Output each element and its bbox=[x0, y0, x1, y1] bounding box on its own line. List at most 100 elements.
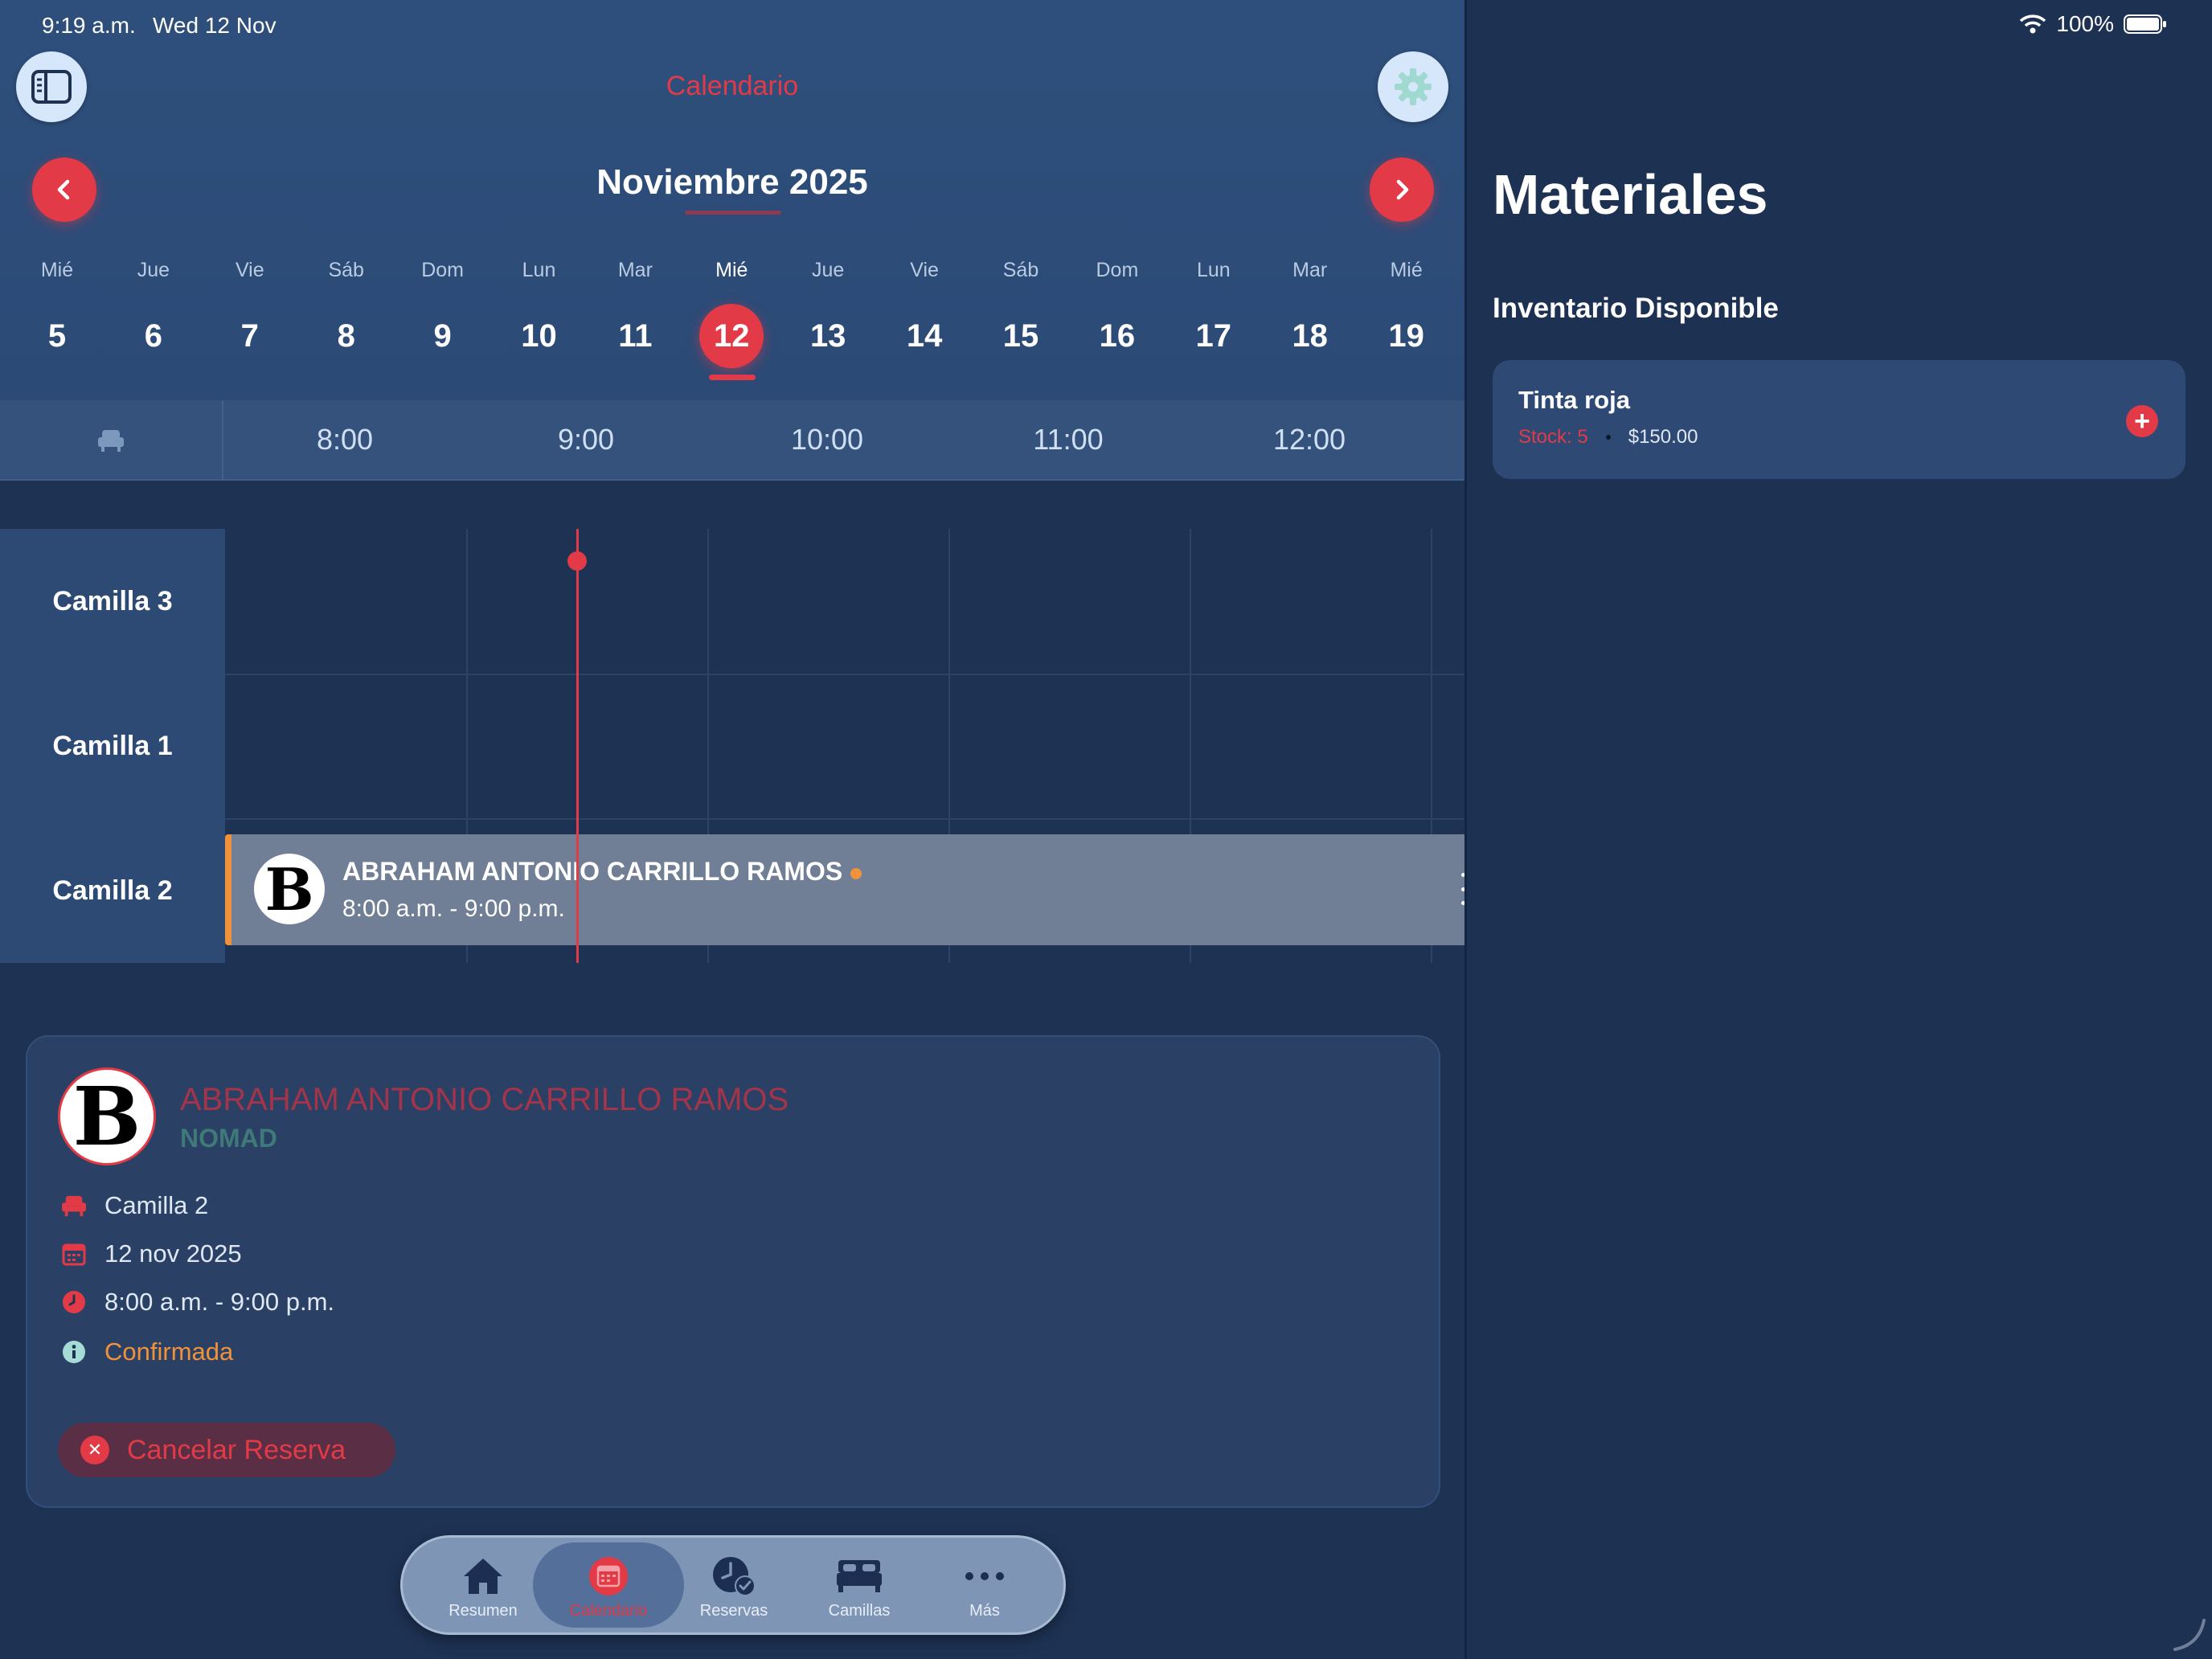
add-item-button[interactable]: + bbox=[2126, 405, 2158, 437]
hour-label: 11:00 bbox=[1033, 423, 1104, 456]
day-number: 8 bbox=[302, 304, 391, 368]
day-name: Mié bbox=[715, 259, 748, 281]
day-number-text: 14 bbox=[906, 318, 943, 354]
day-name: Lun bbox=[1196, 259, 1231, 281]
day-11[interactable]: Mar 11 bbox=[591, 259, 679, 368]
day-name: Mar bbox=[1292, 259, 1328, 281]
day-12[interactable]: Mié 12 bbox=[687, 259, 776, 368]
detail-date-row: 12 nov 2025 bbox=[59, 1238, 242, 1270]
plus-icon: + bbox=[2134, 406, 2150, 436]
tab-reservas[interactable]: Reservas bbox=[671, 1538, 797, 1632]
inventory-section-title: Inventario Disponible bbox=[1493, 293, 1779, 324]
day-7[interactable]: Vie 7 bbox=[206, 259, 294, 368]
cancel-label: Cancelar Reserva bbox=[127, 1434, 346, 1465]
materials-title: Materiales bbox=[1493, 163, 1768, 226]
day-number: 13 bbox=[784, 304, 872, 368]
clock-icon bbox=[59, 1288, 88, 1317]
client-avatar-large: B bbox=[58, 1067, 156, 1165]
inventory-item[interactable]: Tinta roja Stock: 5 $150.00 + bbox=[1493, 360, 2185, 479]
day-number: 15 bbox=[977, 304, 1065, 368]
day-19[interactable]: Mié 19 bbox=[1362, 259, 1451, 368]
grid-line bbox=[225, 674, 1464, 675]
day-name: Lun bbox=[522, 259, 556, 281]
day-16[interactable]: Dom 16 bbox=[1073, 259, 1161, 368]
resize-corner-icon[interactable] bbox=[2170, 1616, 2207, 1653]
hour-label: 10:00 bbox=[790, 423, 864, 456]
battery-percent: 100% bbox=[2056, 11, 2114, 36]
calendar-header: 9:19 a.m. Wed 12 Nov Calendario Noviembr… bbox=[0, 0, 1464, 400]
day-number-text: 12 bbox=[699, 304, 764, 368]
battery-icon bbox=[2124, 14, 2166, 34]
calendar-icon bbox=[546, 1554, 671, 1599]
schedule-grid[interactable]: Camilla 3 Camilla 1 Camilla 2 B ABRAHAM … bbox=[0, 529, 1469, 963]
row-label-camilla-1: Camilla 1 bbox=[0, 674, 225, 818]
hour-label: 12:00 bbox=[1272, 423, 1346, 456]
day-name: Jue bbox=[812, 259, 845, 281]
tab-resumen[interactable]: Resumen bbox=[420, 1538, 546, 1632]
day-5[interactable]: Mié 5 bbox=[13, 259, 101, 368]
day-number-text: 11 bbox=[618, 318, 653, 354]
day-6[interactable]: Jue 6 bbox=[109, 259, 198, 368]
tab-bar: Resumen Calendario Reservas Camillas Más bbox=[400, 1535, 1066, 1635]
house-icon bbox=[420, 1554, 546, 1599]
tab-label: Más bbox=[969, 1602, 1000, 1620]
materials-pane: 100% Materiales Inventario Disponible Ti… bbox=[1467, 0, 2212, 1659]
day-number: 19 bbox=[1362, 304, 1451, 368]
day-13[interactable]: Jue 13 bbox=[784, 259, 872, 368]
selected-day-underline bbox=[709, 375, 756, 380]
day-name: Mar bbox=[617, 259, 653, 281]
month-underline bbox=[685, 211, 781, 215]
day-number: 17 bbox=[1169, 304, 1258, 368]
day-17[interactable]: Lun 17 bbox=[1169, 259, 1258, 368]
tab-calendario[interactable]: Calendario bbox=[546, 1538, 671, 1632]
inventory-item-name: Tinta roja bbox=[1518, 386, 1630, 414]
next-month-button[interactable] bbox=[1370, 158, 1434, 222]
day-number: 5 bbox=[13, 304, 101, 368]
reservation-client-name: ABRAHAM ANTONIO CARRILLO RAMOS bbox=[342, 857, 862, 887]
tab-camillas[interactable]: Camillas bbox=[797, 1538, 922, 1632]
settings-button[interactable] bbox=[1378, 51, 1448, 122]
day-number-text: 6 bbox=[144, 318, 163, 354]
day-15[interactable]: Sáb 15 bbox=[977, 259, 1065, 368]
day-name: Sáb bbox=[1002, 259, 1039, 281]
wifi-icon bbox=[2020, 14, 2046, 34]
bed-icon bbox=[797, 1554, 922, 1599]
armchair-icon bbox=[98, 430, 124, 452]
cancel-reservation-button[interactable]: ✕ Cancelar Reserva bbox=[58, 1423, 395, 1477]
current-time-dot bbox=[567, 551, 587, 571]
day-14[interactable]: Vie 14 bbox=[880, 259, 969, 368]
detail-bed-row: Camilla 2 bbox=[59, 1190, 208, 1222]
inventory-item-price: $150.00 bbox=[1628, 426, 1698, 448]
inventory-item-meta: Stock: 5 $150.00 bbox=[1518, 426, 1698, 449]
current-time-line bbox=[576, 529, 579, 963]
chevron-right-icon bbox=[1396, 179, 1409, 200]
row-label-camilla-2: Camilla 2 bbox=[0, 818, 225, 963]
detail-client-name: ABRAHAM ANTONIO CARRILLO RAMOS bbox=[180, 1082, 789, 1117]
day-number: 10 bbox=[495, 304, 584, 368]
day-number-text: 16 bbox=[1099, 318, 1136, 354]
armchair-icon bbox=[59, 1191, 88, 1220]
tab-mas[interactable]: Más bbox=[922, 1538, 1047, 1632]
day-number-text: 7 bbox=[240, 318, 259, 354]
detail-subtitle: NOMAD bbox=[180, 1124, 277, 1153]
status-right: 100% bbox=[2019, 11, 2167, 37]
row-label-camilla-3: Camilla 3 bbox=[0, 529, 225, 674]
x-circle-icon: ✕ bbox=[80, 1436, 109, 1464]
day-8[interactable]: Sáb 8 bbox=[302, 259, 391, 368]
bed-column-header bbox=[0, 400, 223, 481]
day-10[interactable]: Lun 10 bbox=[495, 259, 584, 368]
day-9[interactable]: Dom 9 bbox=[399, 259, 487, 368]
detail-time-row: 8:00 a.m. - 9:00 p.m. bbox=[59, 1286, 334, 1318]
reservation-block[interactable]: B ABRAHAM ANTONIO CARRILLO RAMOS 8:00 a.… bbox=[225, 834, 1469, 945]
day-18[interactable]: Mar 18 bbox=[1266, 259, 1354, 368]
day-number-text: 8 bbox=[337, 318, 355, 354]
tab-label: Calendario bbox=[569, 1602, 648, 1620]
detail-status: Confirmada bbox=[104, 1337, 234, 1366]
tab-label: Reservas bbox=[699, 1602, 768, 1620]
info-icon bbox=[59, 1337, 88, 1366]
time-header: 8:00 9:00 10:00 11:00 12:00 bbox=[0, 400, 1464, 481]
status-time: 9:19 a.m. bbox=[42, 13, 136, 38]
day-name: Sáb bbox=[328, 259, 364, 281]
day-name: Dom bbox=[1096, 259, 1139, 281]
inventory-item-stock: Stock: 5 bbox=[1518, 426, 1588, 448]
